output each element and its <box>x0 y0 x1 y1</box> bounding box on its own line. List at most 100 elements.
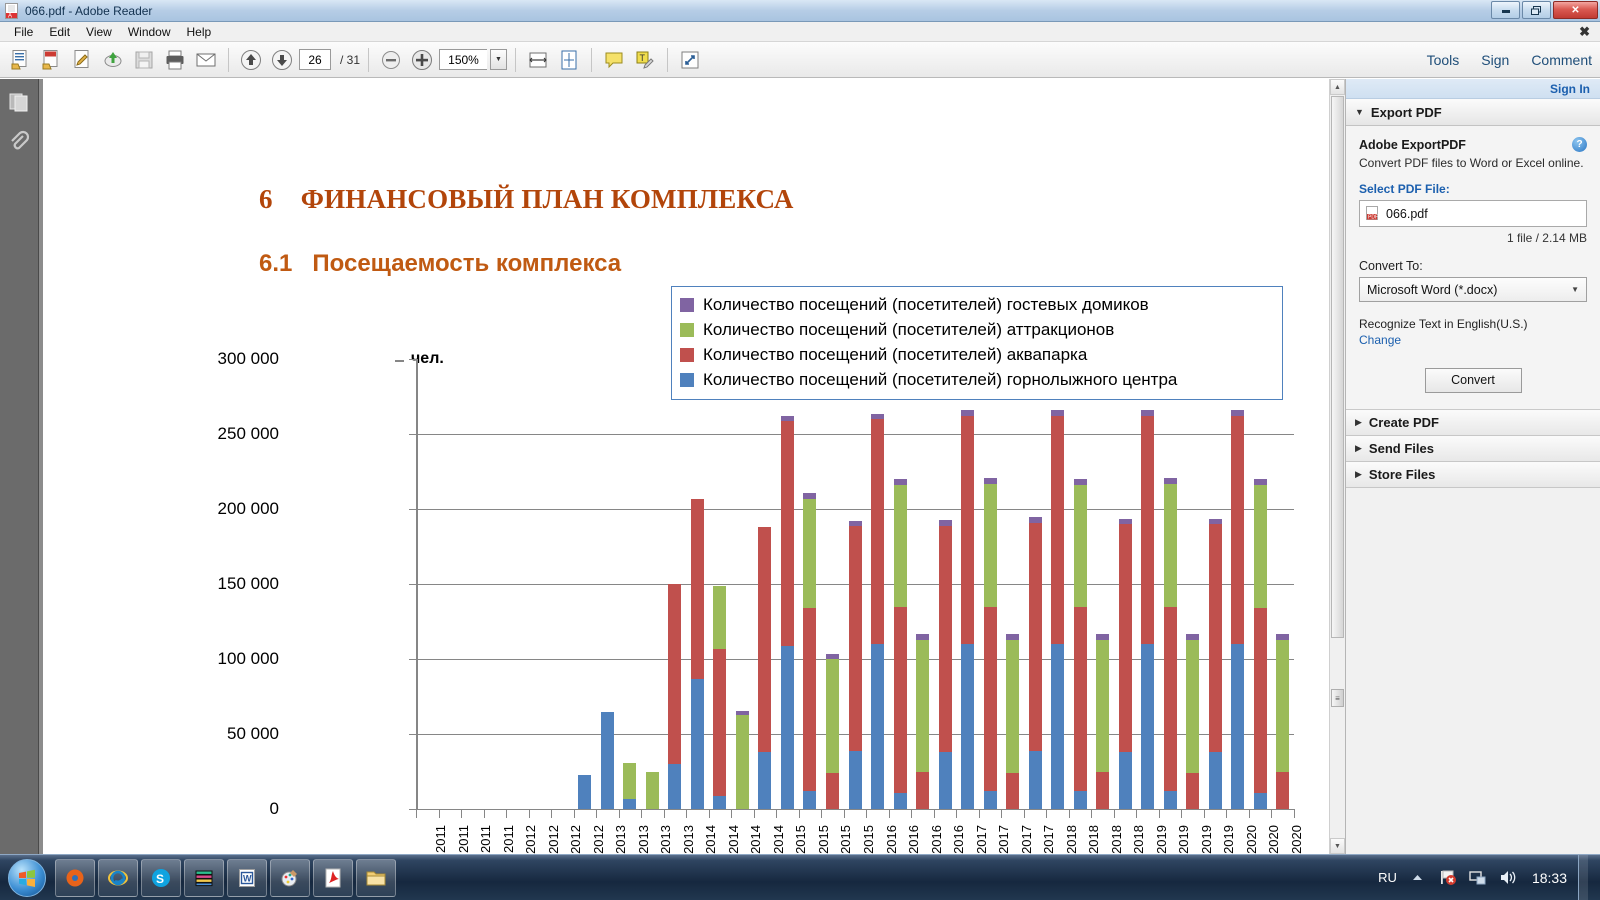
print-icon[interactable] <box>161 46 189 74</box>
previous-page-icon[interactable] <box>237 46 265 74</box>
page-heading-2: 6.1 Посещаемость комплекса <box>259 250 621 278</box>
scroll-up-arrow-icon[interactable]: ▲ <box>1330 79 1345 95</box>
highlight-text-icon[interactable]: T <box>631 46 659 74</box>
word-icon[interactable]: W <box>227 858 267 897</box>
email-icon[interactable] <box>192 46 220 74</box>
title-bar: A 066.pdf - Adobe Reader ✕ <box>0 0 1600 22</box>
bar-segment <box>1051 416 1065 644</box>
internet-explorer-icon[interactable] <box>98 858 138 897</box>
sign-in-link[interactable]: Sign In <box>1550 82 1590 96</box>
bar-segment <box>1276 639 1290 772</box>
maximize-button[interactable] <box>1522 1 1551 19</box>
firefox-icon[interactable] <box>55 858 95 897</box>
sign-in-bar: Sign In <box>1346 79 1600 99</box>
bar-segment <box>848 750 862 809</box>
x-axis-tick <box>1113 809 1115 818</box>
bar-segment <box>1253 608 1267 793</box>
close-document-icon[interactable]: ✖ <box>1579 24 1590 40</box>
zoom-in-icon[interactable] <box>408 46 436 74</box>
next-page-icon[interactable] <box>268 46 296 74</box>
scrollbar-thumb[interactable] <box>1331 96 1344 638</box>
bar-segment <box>713 648 727 796</box>
zoom-level-input[interactable]: 150% <box>439 49 488 70</box>
zoom-dropdown-arrow-icon[interactable]: ▼ <box>490 49 508 70</box>
export-pdf-section-header[interactable]: ▼ Export PDF <box>1346 99 1600 126</box>
menu-item-edit[interactable]: Edit <box>41 23 78 41</box>
bar-segment <box>1073 479 1087 485</box>
taskbar-clock[interactable]: 18:33 <box>1532 870 1567 886</box>
x-axis-tick <box>461 809 463 818</box>
store-files-section-header[interactable]: ▶ Store Files <box>1346 461 1600 488</box>
save-icon[interactable] <box>130 46 158 74</box>
bar-column <box>1096 359 1110 809</box>
bar-segment <box>983 477 997 484</box>
convert-to-select[interactable]: Microsoft Word (*.docx) ▼ <box>1359 277 1587 303</box>
x-axis-tick-label: 3 кв. 2018 <box>1109 825 1124 854</box>
upload-cloud-icon[interactable] <box>99 46 127 74</box>
adobe-reader-icon[interactable] <box>313 858 353 897</box>
menu-item-file[interactable]: File <box>6 23 41 41</box>
menu-item-window[interactable]: Window <box>120 23 179 41</box>
bar-segment <box>780 420 794 646</box>
bar-column <box>421 359 434 809</box>
scroll-down-arrow-icon[interactable]: ▼ <box>1330 838 1345 854</box>
page-thumbnails-icon[interactable] <box>6 89 32 115</box>
bar-segment <box>690 498 704 679</box>
volume-icon[interactable] <box>1498 868 1517 887</box>
bar-column <box>511 359 524 809</box>
sign-button[interactable]: Sign <box>1481 52 1509 68</box>
panel-filler <box>1346 487 1600 854</box>
zoom-out-icon[interactable] <box>377 46 405 74</box>
minimize-button[interactable] <box>1491 1 1520 19</box>
bar-segment <box>1186 633 1200 640</box>
x-axis-tick <box>416 809 417 818</box>
network-icon[interactable] <box>1468 868 1487 887</box>
send-files-section-header[interactable]: ▶ Send Files <box>1346 435 1600 462</box>
create-pdf-section-header[interactable]: ▶ Create PDF <box>1346 409 1600 436</box>
selected-file-field[interactable]: PDF 066.pdf <box>1359 200 1587 228</box>
file-explorer-icon[interactable] <box>356 858 396 897</box>
show-desktop-button[interactable] <box>1578 854 1588 900</box>
skype-icon[interactable]: S <box>141 858 181 897</box>
close-button[interactable]: ✕ <box>1553 1 1598 19</box>
x-axis-tick <box>641 809 643 818</box>
comment-button[interactable]: Comment <box>1531 52 1592 68</box>
fit-page-icon[interactable] <box>555 46 583 74</box>
document-viewport[interactable]: 6 ФИНАНСОВЫЙ ПЛАН КОМПЛЕКСА 6.1 Посещаемос… <box>39 79 1345 854</box>
page-number-input[interactable]: 26 <box>299 49 331 70</box>
sticky-note-icon[interactable] <box>600 46 628 74</box>
bar-segment <box>938 752 952 809</box>
scrollbar-grip[interactable]: ≡ <box>1331 689 1344 707</box>
fit-width-icon[interactable] <box>524 46 552 74</box>
sign-document-icon[interactable] <box>68 46 96 74</box>
books-library-icon[interactable] <box>184 858 224 897</box>
bar-segment <box>983 483 997 607</box>
start-button[interactable] <box>2 857 52 899</box>
menu-item-help[interactable]: Help <box>179 23 220 41</box>
convert-button[interactable]: Convert <box>1424 367 1522 393</box>
read-mode-icon[interactable] <box>676 46 704 74</box>
bar-column <box>1006 359 1020 809</box>
x-axis-tick-label: 4 кв. 2017 <box>1041 825 1056 854</box>
bar-column <box>871 359 884 809</box>
change-language-link[interactable]: Change <box>1359 333 1587 347</box>
attachments-icon[interactable] <box>6 129 32 155</box>
show-hidden-icons-chevron-icon[interactable] <box>1408 868 1427 887</box>
menu-item-view[interactable]: View <box>78 23 120 41</box>
tools-button[interactable]: Tools <box>1427 52 1460 68</box>
bar-column <box>1231 359 1245 809</box>
document-scrollbar[interactable]: ▲ ≡ ▼ <box>1329 79 1345 854</box>
network-problem-flag-icon[interactable] <box>1438 868 1457 887</box>
pdf-app-icon: A <box>4 2 20 19</box>
window-controls: ✕ <box>1491 1 1598 19</box>
y-axis-tick-label: 0 <box>269 799 279 818</box>
create-pdf-label: Create PDF <box>1368 414 1439 430</box>
help-icon[interactable]: ? <box>1572 137 1587 152</box>
open-file-icon[interactable] <box>6 46 34 74</box>
toolbar-separator-3 <box>515 47 517 72</box>
create-pdf-icon[interactable] <box>37 46 65 74</box>
language-indicator[interactable]: RU <box>1378 870 1397 885</box>
bar-segment <box>938 525 952 752</box>
paint-icon[interactable] <box>270 858 310 897</box>
chart-legend: Количество посещений (посетителей) госте… <box>671 286 1283 400</box>
